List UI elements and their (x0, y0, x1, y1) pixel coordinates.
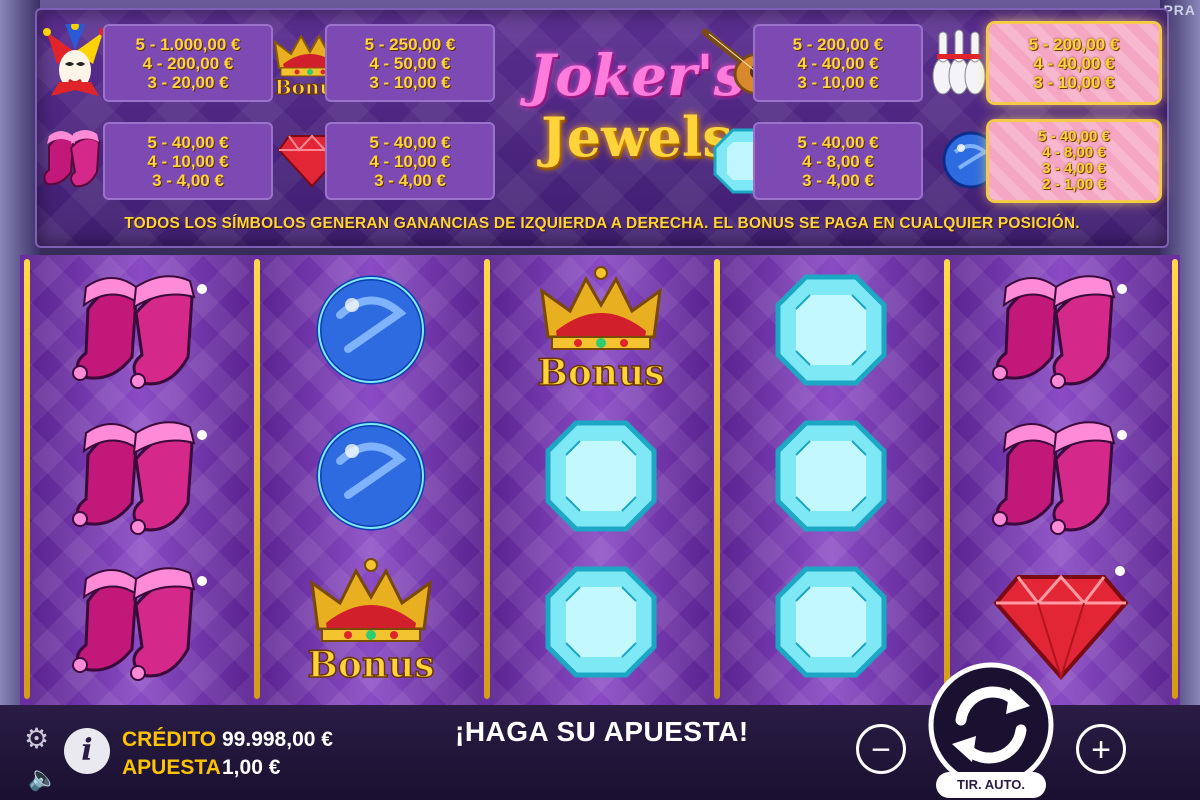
pay-line: 5 - 40,00 € (1038, 128, 1110, 145)
paytable-juggling-pins: 5 - 200,00 € 4 - 40,00 € 3 - 10,00 € (989, 24, 1159, 102)
decrease-bet-button[interactable]: − (856, 724, 906, 774)
reel-divider (24, 259, 30, 699)
bet-label: APUESTA (122, 756, 221, 779)
reel-divider (714, 259, 720, 699)
spin-button[interactable] (926, 660, 1056, 790)
reel-symbol-crown-bonus: Bonus (296, 557, 446, 687)
gear-icon[interactable]: ⚙ (24, 722, 49, 755)
reel-divider (484, 259, 490, 699)
paytable-jester-shoes: 5 - 40,00 € 4 - 10,00 € 3 - 4,00 € (103, 122, 273, 200)
juggling-pins-icon (931, 24, 987, 98)
paytable-blue-orb: 5 - 40,00 € 4 - 8,00 € 3 - 4,00 € 2 - 1,… (989, 122, 1159, 200)
pay-line: 4 - 200,00 € (142, 53, 234, 73)
pay-line: 5 - 40,00 € (147, 132, 229, 152)
reel-symbol-shoes (986, 265, 1136, 395)
status-message: ¡HAGA SU APUESTA! (455, 716, 749, 747)
paytable-jester: 5 - 1.000,00 € 4 - 200,00 € 3 - 20,00 € (103, 24, 273, 102)
credit-label: CRÉDITO (122, 728, 217, 751)
reel-symbol-shoes (66, 265, 216, 395)
paytable-blue-gem: 5 - 40,00 € 4 - 8,00 € 3 - 4,00 € (753, 122, 923, 200)
increase-bet-button[interactable]: + (1076, 724, 1126, 774)
pay-line: 3 - 20,00 € (147, 72, 229, 92)
pay-line: 4 - 50,00 € (369, 53, 451, 73)
reel-symbol-blue-gem (526, 557, 676, 687)
pay-line: 4 - 10,00 € (369, 151, 451, 171)
pay-line: 4 - 10,00 € (147, 151, 229, 171)
reel-symbol-blue-gem (756, 557, 906, 687)
paytable-rules-note: TODOS LOS SÍMBOLOS GENERAN GANANCIAS DE … (124, 215, 1080, 232)
svg-text:Bonus: Bonus (537, 352, 664, 394)
pay-line: 2 - 1,00 € (1042, 176, 1106, 193)
reel-symbol-blue-gem (526, 411, 676, 541)
credit-value: 99.998,00 € (222, 728, 333, 751)
reel-symbol-shoes (66, 411, 216, 541)
pay-line: 5 - 1.000,00 € (135, 34, 241, 54)
pay-line: 3 - 4,00 € (374, 170, 446, 190)
reel-symbol-shoes (66, 557, 216, 687)
autospin-button[interactable]: TIR. AUTO. (936, 772, 1046, 798)
pay-line: 4 - 8,00 € (802, 151, 874, 171)
reel-symbol-blue-gem (756, 411, 906, 541)
reels-area: Bonus Bonus (20, 255, 1180, 705)
paytable-red-gem: 5 - 40,00 € 4 - 10,00 € 3 - 4,00 € (325, 122, 495, 200)
reel-symbol-blue-orb (296, 411, 446, 541)
pay-line: 5 - 200,00 € (1028, 34, 1120, 54)
jester-icon (43, 24, 107, 98)
paytable-panel: 5 - 1.000,00 € 4 - 200,00 € 3 - 20,00 € … (35, 8, 1169, 248)
speaker-icon[interactable]: 🔈 (28, 764, 58, 793)
pay-line: 3 - 4,00 € (152, 170, 224, 190)
pay-line: 3 - 10,00 € (369, 72, 451, 92)
pay-line: 4 - 8,00 € (1042, 144, 1106, 161)
pay-line: 5 - 40,00 € (369, 132, 451, 152)
reel-divider (254, 259, 260, 699)
pay-line: 5 - 40,00 € (797, 132, 879, 152)
pay-line: 3 - 10,00 € (1033, 72, 1115, 92)
reel-symbol-shoes (986, 411, 1136, 541)
bet-value: 1,00 € (222, 756, 281, 779)
paytable-lute: 5 - 200,00 € 4 - 40,00 € 3 - 10,00 € (753, 24, 923, 102)
pay-line: 5 - 250,00 € (364, 34, 456, 54)
pay-line: 4 - 40,00 € (1033, 53, 1115, 73)
svg-text:Bonus: Bonus (307, 644, 434, 686)
pay-line: 3 - 4,00 € (802, 170, 874, 190)
reel-divider (944, 259, 950, 699)
pay-line: 3 - 4,00 € (1042, 160, 1106, 177)
paytable-crown-bonus: 5 - 250,00 € 4 - 50,00 € 3 - 10,00 € (325, 24, 495, 102)
spin-arrows-icon (928, 662, 1054, 788)
reel-divider (1172, 259, 1178, 699)
reel-symbol-crown-bonus: Bonus (526, 265, 676, 395)
pay-line: 5 - 200,00 € (792, 34, 884, 54)
pay-line: 3 - 10,00 € (797, 72, 879, 92)
info-button[interactable]: i (64, 728, 110, 774)
reel-symbol-blue-gem (756, 265, 906, 395)
pay-line: 4 - 40,00 € (797, 53, 879, 73)
jester-shoes-icon (41, 126, 109, 198)
reel-symbol-blue-orb (296, 265, 446, 395)
